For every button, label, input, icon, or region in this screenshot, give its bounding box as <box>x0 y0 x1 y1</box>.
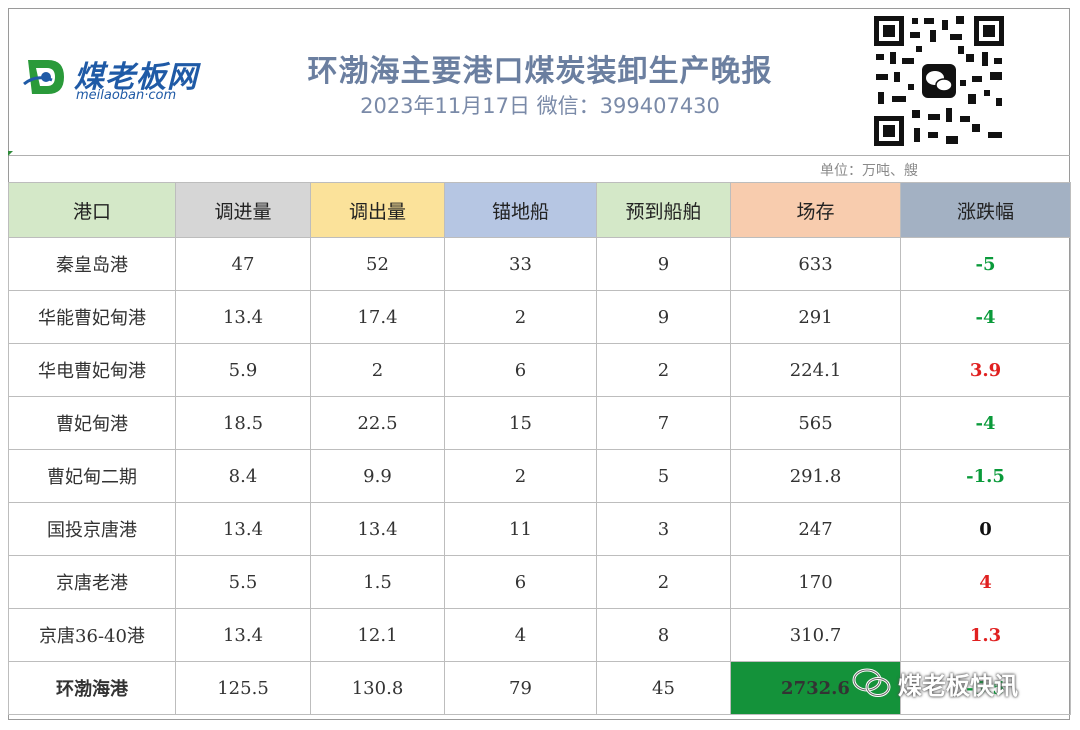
cell-expected: 5 <box>596 449 731 503</box>
cell-change: 4 <box>900 555 1071 609</box>
cell-change: 0 <box>900 502 1071 556</box>
cell-in: 8.4 <box>175 449 311 503</box>
cell-anchor: 2 <box>444 449 597 503</box>
cell-out: 12.1 <box>310 608 445 662</box>
logo-subtext: meilaoban·com <box>76 88 177 103</box>
cell-anchor: 6 <box>444 555 597 609</box>
table-body: 秦皇岛港 47 52 33 9 633 -5 华能曹妃甸港 13.4 17.4 2 9 291 -4 华电曹… <box>8 237 1071 715</box>
cell-out: 22.5 <box>310 396 445 450</box>
cell-in: 47 <box>175 237 311 291</box>
cell-stock: 224.1 <box>730 343 901 397</box>
cell-stock: 310.7 <box>730 608 901 662</box>
cell-in: 13.4 <box>175 608 311 662</box>
cell-in: 5.5 <box>175 555 311 609</box>
table-row: 曹妃甸港 18.5 22.5 15 7 565 -4 <box>8 396 1071 450</box>
table-row: 华能曹妃甸港 13.4 17.4 2 9 291 -4 <box>8 290 1071 344</box>
cell-change: -1.5 <box>900 449 1071 503</box>
cell-expected: 8 <box>596 608 731 662</box>
header-col-anchor: 锚地船 <box>444 182 597 238</box>
cell-anchor: 6 <box>444 343 597 397</box>
cell-port: 曹妃甸二期 <box>8 449 176 503</box>
table-row: 曹妃甸二期 8.4 9.9 2 5 291.8 -1.5 <box>8 449 1071 503</box>
cell-out: 2 <box>310 343 445 397</box>
cell-change: 1.3 <box>900 608 1071 662</box>
cell-expected: 9 <box>596 237 731 291</box>
cell-out: 52 <box>310 237 445 291</box>
table-row: 京唐36-40港 13.4 12.1 4 8 310.7 1.3 <box>8 608 1071 662</box>
watermark: 煤老板快讯 <box>852 664 1018 702</box>
cell-in: 5.9 <box>175 343 311 397</box>
cell-stock: 247 <box>730 502 901 556</box>
cell-stock: 565 <box>730 396 901 450</box>
cell-port: 华能曹妃甸港 <box>8 290 176 344</box>
cell-in: 13.4 <box>175 290 311 344</box>
cell-out: 1.5 <box>310 555 445 609</box>
cell-stock: 291.8 <box>730 449 901 503</box>
cell-expected: 45 <box>596 661 731 715</box>
unit-label: 单位：万吨、艘 <box>820 163 918 179</box>
cell-out: 13.4 <box>310 502 445 556</box>
cell-in: 18.5 <box>175 396 311 450</box>
cell-port: 环渤海港 <box>8 661 176 715</box>
cell-port: 华电曹妃甸港 <box>8 343 176 397</box>
page-subtitle: 2023年11月17日 微信：399407430 <box>360 94 720 118</box>
cell-corner-marker <box>8 151 13 156</box>
cell-stock: 291 <box>730 290 901 344</box>
cell-out: 9.9 <box>310 449 445 503</box>
header-col-in: 调进量 <box>175 182 311 238</box>
header-col-stock: 场存 <box>730 182 901 238</box>
cell-out: 130.8 <box>310 661 445 715</box>
cell-in: 13.4 <box>175 502 311 556</box>
cell-change: 3.9 <box>900 343 1071 397</box>
table-row: 华电曹妃甸港 5.9 2 6 2 224.1 3.9 <box>8 343 1071 397</box>
cell-anchor: 4 <box>444 608 597 662</box>
qr-code-icon <box>872 14 1006 148</box>
cell-in: 125.5 <box>175 661 311 715</box>
cell-port: 秦皇岛港 <box>8 237 176 291</box>
cell-expected: 3 <box>596 502 731 556</box>
cell-port: 京唐老港 <box>8 555 176 609</box>
header-col-port: 港口 <box>8 182 176 238</box>
cell-port: 国投京唐港 <box>8 502 176 556</box>
port-report-table: 港口 调进量 调出量 锚地船 预到船舶 场存 涨跌幅 秦皇岛港 47 52 33 9 633 -5 华能曹… <box>8 182 1071 715</box>
cell-change: -4 <box>900 396 1071 450</box>
cell-expected: 9 <box>596 290 731 344</box>
logo-mark-icon <box>23 60 64 94</box>
table-row: 京唐老港 5.5 1.5 6 2 170 4 <box>8 555 1071 609</box>
cell-anchor: 33 <box>444 237 597 291</box>
cell-port: 京唐36-40港 <box>8 608 176 662</box>
watermark-text: 煤老板快讯 <box>898 671 1018 700</box>
header-divider <box>8 155 1070 156</box>
table-header-row: 港口 调进量 调出量 锚地船 预到船舶 场存 涨跌幅 <box>8 182 1071 238</box>
meilaoban-logo: 煤老板网 meilaoban·com <box>22 50 252 110</box>
cell-stock: 633 <box>730 237 901 291</box>
table-row: 秦皇岛港 47 52 33 9 633 -5 <box>8 237 1071 291</box>
table-row: 国投京唐港 13.4 13.4 11 3 247 0 <box>8 502 1071 556</box>
cell-anchor: 79 <box>444 661 597 715</box>
cell-anchor: 15 <box>444 396 597 450</box>
wechat-icon <box>852 668 891 697</box>
header-col-expected: 预到船舶 <box>596 182 731 238</box>
cell-out: 17.4 <box>310 290 445 344</box>
cell-change: -4 <box>900 290 1071 344</box>
cell-anchor: 11 <box>444 502 597 556</box>
cell-anchor: 2 <box>444 290 597 344</box>
cell-expected: 7 <box>596 396 731 450</box>
header-col-change: 涨跌幅 <box>900 182 1071 238</box>
cell-change: -5 <box>900 237 1071 291</box>
header-col-out: 调出量 <box>310 182 445 238</box>
cell-expected: 2 <box>596 343 731 397</box>
cell-port: 曹妃甸港 <box>8 396 176 450</box>
cell-expected: 2 <box>596 555 731 609</box>
page-title: 环渤海主要港口煤炭装卸生产晚报 <box>307 54 773 89</box>
cell-stock: 170 <box>730 555 901 609</box>
